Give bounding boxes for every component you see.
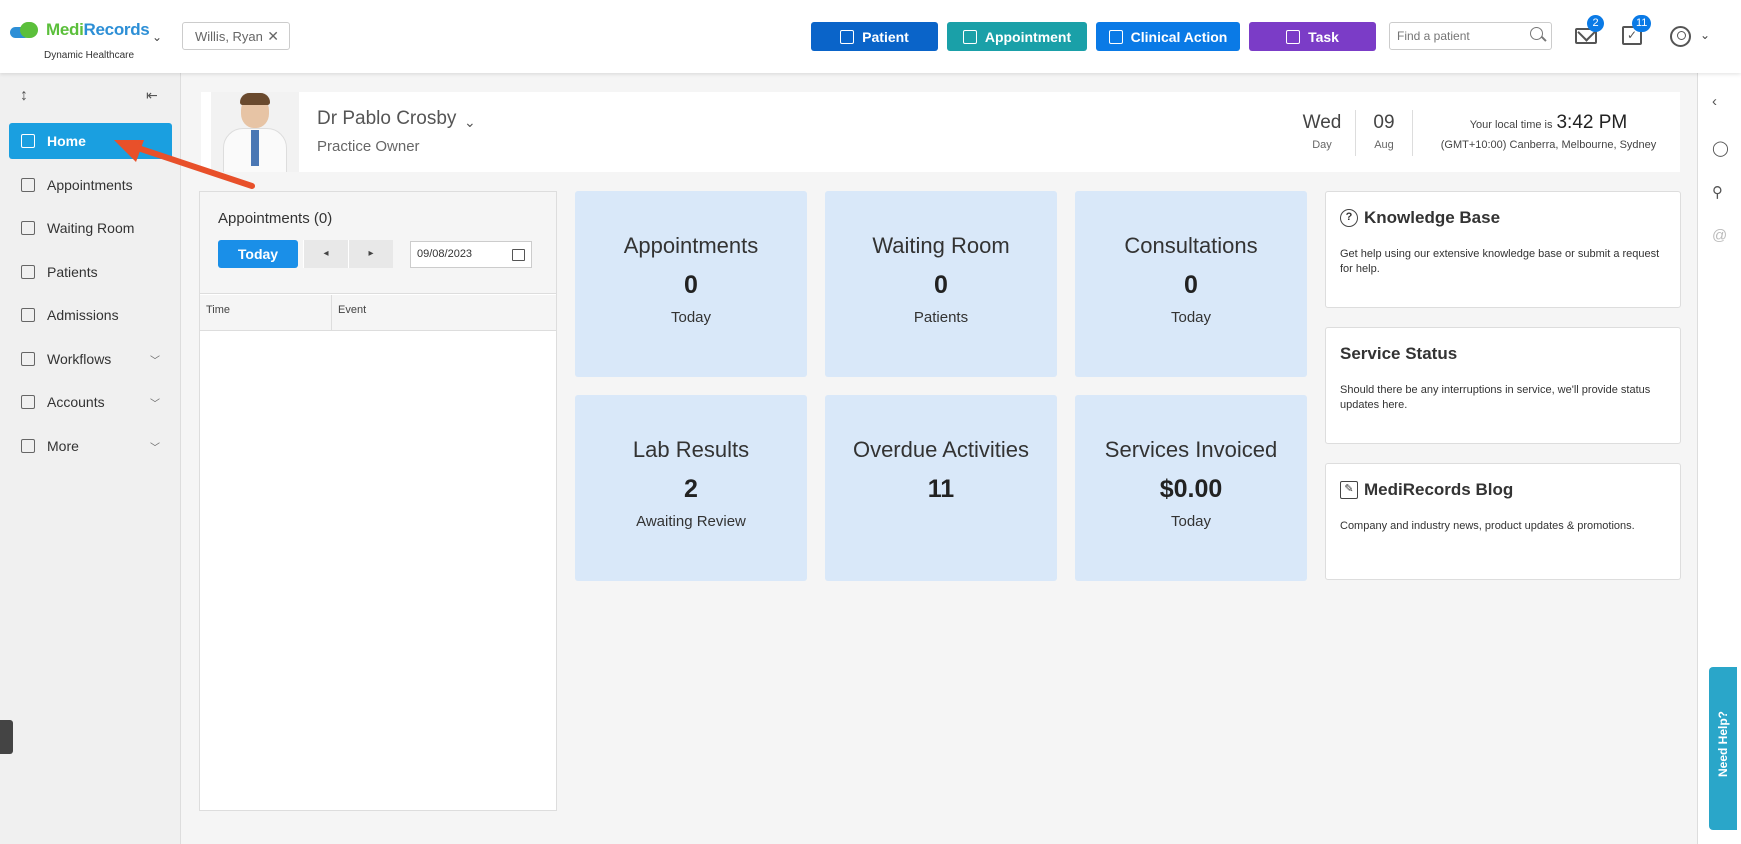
- day-of-month: 09: [1373, 112, 1395, 133]
- tile-overdue-activities[interactable]: Overdue Activities 11: [825, 395, 1057, 581]
- month: Aug: [1374, 139, 1394, 151]
- appointments-panel-header: Appointments (0) Today ◂ ▸ 09/08/2023: [200, 192, 556, 294]
- new-patient-button[interactable]: Patient: [811, 22, 938, 51]
- card-service-status[interactable]: Service Status Should there be any inter…: [1325, 327, 1681, 444]
- medirecords-logo[interactable]: MediRecords: [10, 20, 150, 40]
- clinical-action-button[interactable]: Clinical Action: [1096, 22, 1240, 51]
- card-knowledge-base[interactable]: ? Knowledge Base Get help using our exten…: [1325, 191, 1681, 308]
- sidebar-item-accounts[interactable]: Accounts ﹀: [9, 384, 172, 420]
- task-count-badge: 11: [1632, 15, 1652, 32]
- timezone: (GMT+10:00) Canberra, Melbourne, Sydney: [1440, 139, 1657, 151]
- weekday: Wed: [1302, 112, 1342, 133]
- new-appointment-button[interactable]: Appointment: [947, 22, 1087, 51]
- tile-consultations[interactable]: Consultations 0 Today: [1075, 191, 1307, 377]
- tile-services-invoiced[interactable]: Services Invoiced $0.00 Today: [1075, 395, 1307, 581]
- date-field[interactable]: 09/08/2023: [410, 241, 505, 268]
- people-icon: [21, 221, 35, 235]
- next-day-button[interactable]: ▸: [348, 240, 393, 268]
- logo-text: MediRecords: [46, 20, 150, 39]
- calendar-plus-icon: [962, 29, 977, 44]
- divider: [1355, 110, 1356, 156]
- workflow-icon: [21, 352, 35, 366]
- need-help-tab[interactable]: Need Help?: [1709, 667, 1737, 830]
- chat-icon[interactable]: ◯: [1712, 139, 1729, 157]
- sidebar-item-admissions[interactable]: Admissions: [9, 297, 172, 333]
- calendar-picker-icon[interactable]: [504, 241, 532, 268]
- chevron-down-icon: ﹀: [150, 442, 160, 454]
- clipboard-icon: [1286, 29, 1301, 44]
- profile-strip: Dr Pablo Crosby ⌄ Practice Owner Wed Day…: [201, 92, 1680, 172]
- column-header-event[interactable]: Event: [332, 295, 556, 331]
- more-folder-icon: [21, 439, 35, 453]
- sidebar-item-waiting-room[interactable]: Waiting Room: [9, 210, 172, 246]
- current-patient-chip[interactable]: Willis, Ryan ✕: [182, 22, 290, 50]
- appointments-panel-title: Appointments (0): [218, 210, 333, 227]
- home-icon: [21, 134, 35, 148]
- weekday-label: Day: [1312, 139, 1332, 151]
- today-button[interactable]: Today: [218, 240, 298, 268]
- chevron-down-icon: ﹀: [150, 398, 160, 410]
- mention-icon[interactable]: @: [1712, 227, 1727, 244]
- annotation-arrow: [114, 140, 255, 189]
- column-header-time[interactable]: Time: [200, 295, 332, 331]
- print-tab-icon[interactable]: [0, 720, 13, 754]
- medical-kit-icon: [1108, 29, 1123, 44]
- top-header: MediRecords Dynamic Healthcare ⌄ Willis,…: [0, 0, 1741, 73]
- patient-chip-label: Willis, Ryan: [195, 28, 263, 44]
- sidebar-toolbar: ↕ ⇤: [0, 73, 181, 113]
- building-icon: [21, 308, 35, 322]
- collapse-sidebar-icon[interactable]: ⇤: [146, 87, 158, 104]
- add-person-icon: [840, 29, 855, 44]
- divider: [1412, 110, 1413, 156]
- logo-subtitle: Dynamic Healthcare: [44, 50, 135, 61]
- appointments-panel: Appointments (0) Today ◂ ▸ 09/08/2023 Ti…: [199, 191, 557, 811]
- edit-icon: ✎: [1340, 481, 1358, 499]
- local-time: Your local time is 3:42 PM: [1469, 112, 1628, 133]
- reorder-icon[interactable]: ↕: [20, 87, 28, 105]
- sidebar-item-patients[interactable]: Patients: [9, 254, 172, 290]
- user-avatar-icon[interactable]: [1670, 26, 1691, 47]
- question-icon: ?: [1340, 209, 1358, 227]
- previous-day-button[interactable]: ◂: [303, 240, 348, 268]
- search-icon[interactable]: [1530, 27, 1543, 40]
- chevron-down-icon[interactable]: ⌄: [152, 30, 162, 44]
- close-icon[interactable]: ✕: [267, 28, 279, 45]
- calendar-icon: [21, 178, 35, 192]
- mail-count-badge: 2: [1587, 15, 1604, 32]
- chevron-left-icon[interactable]: ‹: [1712, 93, 1717, 110]
- new-task-button[interactable]: Task: [1249, 22, 1376, 51]
- chevron-down-icon: ﹀: [150, 355, 160, 367]
- doctor-role: Practice Owner: [317, 138, 420, 155]
- doctor-name: Dr Pablo Crosby: [317, 108, 457, 129]
- find-patient-input[interactable]: [1389, 22, 1552, 50]
- folder-icon: [21, 395, 35, 409]
- cloud-logo-icon: [10, 22, 42, 38]
- chevron-down-icon[interactable]: ⌄: [464, 114, 476, 131]
- tile-lab-results[interactable]: Lab Results 2 Awaiting Review: [575, 395, 807, 581]
- chevron-down-icon[interactable]: ⌄: [1700, 28, 1710, 42]
- pin-icon[interactable]: ⚲: [1712, 183, 1723, 201]
- sidebar-item-workflows[interactable]: Workflows ﹀: [9, 341, 172, 377]
- card-medirecords-blog[interactable]: ✎ MediRecords Blog Company and industry n…: [1325, 463, 1681, 580]
- tile-waiting-room[interactable]: Waiting Room 0 Patients: [825, 191, 1057, 377]
- tile-appointments[interactable]: Appointments 0 Today: [575, 191, 807, 377]
- sidebar-item-more[interactable]: More ﹀: [9, 428, 172, 464]
- patients-icon: [21, 265, 35, 279]
